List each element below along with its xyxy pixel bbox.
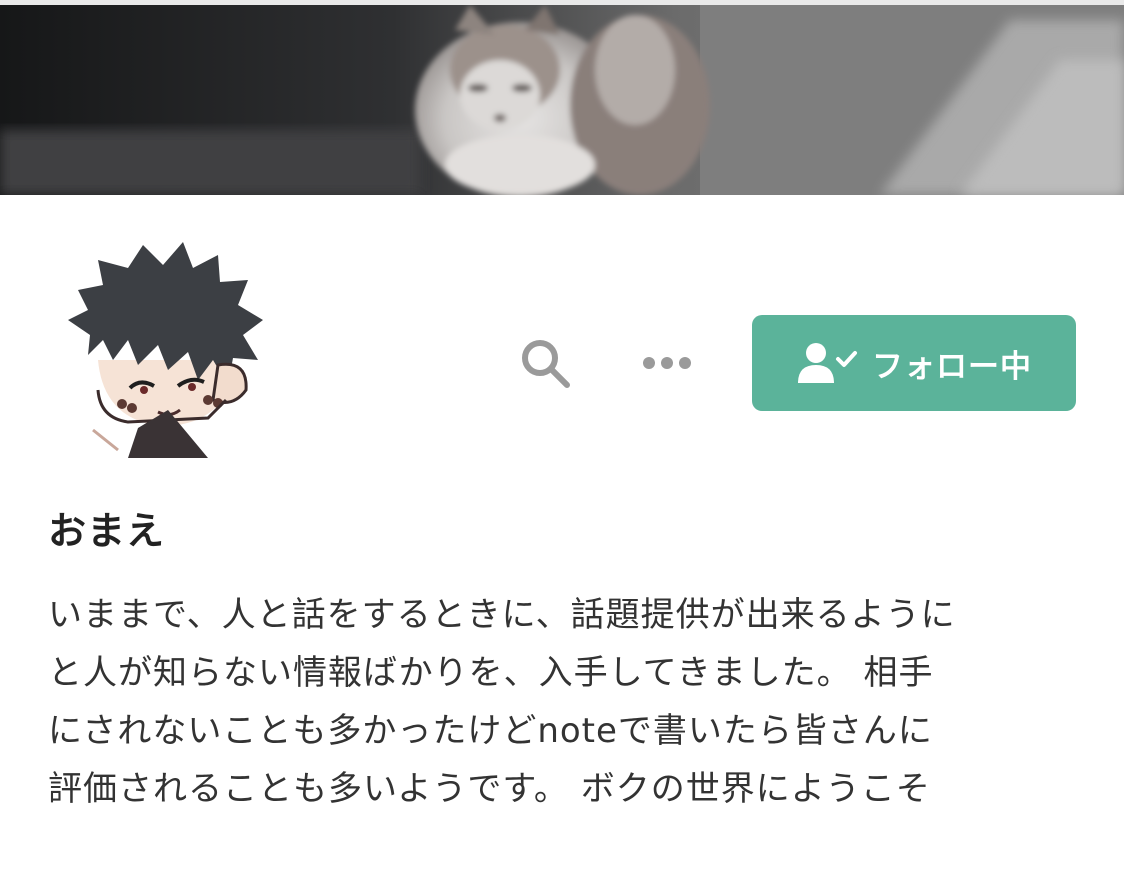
top-border: [0, 0, 1124, 5]
search-icon: [522, 340, 570, 388]
avatar[interactable]: [58, 240, 268, 458]
cover-cat-image: [0, 0, 1124, 195]
search-button[interactable]: [512, 332, 578, 394]
profile-bio: いままで、人と話をするときに、話題提供が出来るように と人が知らない情報ばかりを…: [48, 586, 1088, 818]
following-button[interactable]: フォロー中: [752, 315, 1076, 411]
bio-line: にされないことも多かったけどnoteで書いたら皆さんに: [48, 711, 933, 751]
profile-name: おまえ: [48, 509, 166, 553]
cover-photo: [0, 0, 1124, 195]
more-icon: [643, 357, 691, 369]
bio-line: 評価されることも多いようです。 ボクの世界にようこそ: [48, 769, 931, 809]
user-check-icon: [798, 343, 857, 383]
avatar-illustration: [68, 242, 263, 458]
following-label: フォロー中: [872, 348, 1032, 385]
more-button[interactable]: [632, 338, 702, 388]
bio-line: いままで、人と話をするときに、話題提供が出来るように: [48, 595, 956, 635]
bio-line: と人が知らない情報ばかりを、入手してきました。 相手: [48, 653, 934, 693]
